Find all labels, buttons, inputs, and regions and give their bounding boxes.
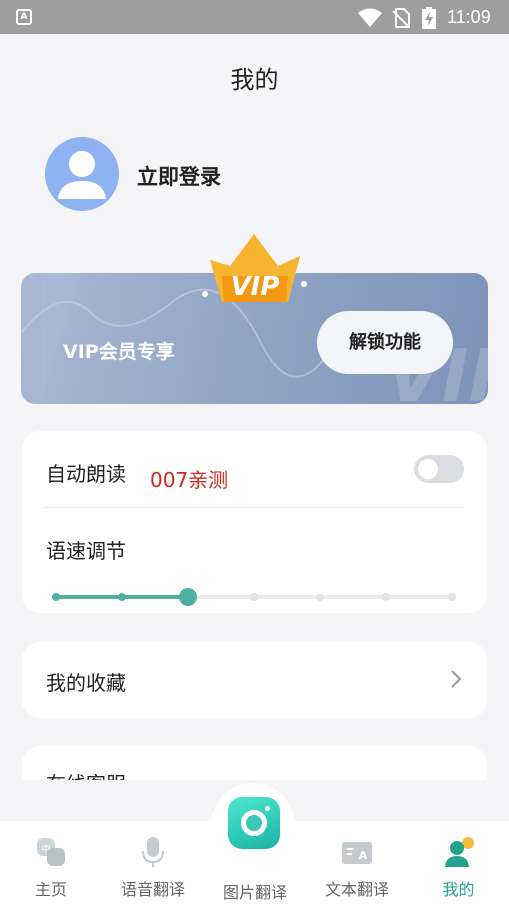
avatar[interactable] (45, 137, 119, 211)
tab-home[interactable]: 中 主页 (0, 821, 102, 906)
page-title: 我的 (230, 66, 279, 94)
tab-voice[interactable]: 语音翻译 (102, 821, 204, 906)
vip-title: VIP会员专享 (63, 341, 175, 363)
tab-profile[interactable]: 我的 (408, 821, 509, 906)
status-time: 11:09 (447, 7, 491, 27)
slider-thumb[interactable] (179, 588, 197, 606)
tab-home-label: 主页 (34, 880, 67, 899)
profile-icon (444, 837, 474, 867)
camera-flash-dot (265, 806, 270, 811)
vip-crown-text: VIP (231, 272, 280, 302)
test-tag: 007亲测 (150, 468, 229, 492)
speed-label: 语速调节 (46, 539, 126, 563)
wifi-icon (358, 8, 382, 27)
divider (44, 507, 464, 508)
next-row[interactable]: 在线客服 (22, 746, 487, 780)
tab-profile-label: 我的 (442, 880, 475, 899)
slider-step-dot (118, 593, 126, 601)
favorites-label: 我的收藏 (46, 671, 126, 695)
vip-crown-icon: VIP (202, 234, 307, 302)
svg-text:A: A (359, 849, 368, 862)
chevron-right-icon (451, 670, 462, 688)
svg-text:中: 中 (41, 843, 50, 855)
slider-step-dot (448, 593, 456, 601)
camera-button[interactable] (228, 797, 280, 849)
toggle-knob (418, 459, 438, 479)
auto-read-label: 自动朗读 (46, 462, 126, 486)
favorites-row[interactable]: 我的收藏 (22, 642, 487, 718)
auto-read-toggle[interactable] (414, 455, 464, 483)
slider-step-dot (382, 593, 390, 601)
tab-text-label: 文本翻译 (324, 880, 389, 899)
microphone-icon (142, 837, 164, 867)
camera-icon (241, 810, 267, 836)
settings-card: 自动朗读 007亲测 语速调节 (22, 431, 487, 613)
slider-step-dot (52, 593, 60, 601)
status-bar: A 11:09 (0, 0, 509, 34)
slider-step-dot (316, 593, 324, 601)
login-link[interactable]: 立即登录 (137, 161, 221, 191)
battery-charging-icon (422, 7, 436, 29)
text-translate-icon: A (342, 842, 372, 864)
tab-text[interactable]: A 文本翻译 (306, 821, 408, 906)
home-translate-icon: 中 (37, 838, 65, 866)
tab-voice-label: 语音翻译 (120, 880, 185, 899)
tab-photo-label: 图片翻译 (222, 883, 287, 902)
speed-slider[interactable] (52, 588, 456, 606)
slider-step-dot (250, 593, 258, 601)
app-notification-icon: A (16, 9, 32, 25)
next-row-label: 在线客服 (46, 768, 126, 780)
no-sim-icon (392, 8, 410, 28)
unlock-button[interactable]: 解锁功能 (317, 311, 453, 374)
user-placeholder-icon (58, 151, 106, 199)
